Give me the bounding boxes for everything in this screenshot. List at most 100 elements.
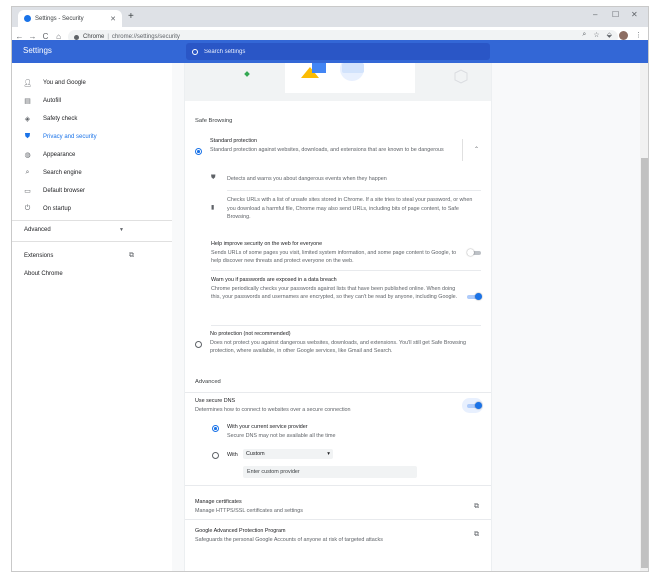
- sidebar-item-search-engine[interactable]: ⌕ Search engine: [24, 166, 82, 180]
- open-in-new-icon[interactable]: ⧉: [474, 503, 479, 511]
- dns-provider-select[interactable]: Custom ▾: [243, 449, 333, 459]
- secure-dns-option[interactable]: Use secure DNS Determines how to connect…: [195, 397, 445, 414]
- chevron-up-icon[interactable]: ⌃: [474, 146, 479, 153]
- shield-icon: ⛊: [211, 175, 216, 181]
- sidebar-item-label: You and Google: [43, 80, 86, 86]
- secure-dns-toggle[interactable]: [467, 402, 482, 409]
- close-window-button[interactable]: ✕: [631, 10, 638, 19]
- help-improve-security-option[interactable]: Help improve security on the web for eve…: [211, 240, 459, 266]
- profile-avatar[interactable]: [619, 31, 628, 40]
- sidebar-item-label: Privacy and security: [43, 134, 97, 140]
- tab-close-icon[interactable]: ✕: [110, 15, 116, 23]
- sidebar-item-about-chrome[interactable]: About Chrome: [24, 267, 63, 281]
- sidebar-divider: [12, 241, 172, 242]
- password-breach-toggle[interactable]: [467, 293, 482, 300]
- dns-current-provider-option[interactable]: With your current service provider Secur…: [227, 423, 447, 440]
- no-protection-title: No protection (not recommended): [210, 331, 291, 337]
- sidebar-item-on-startup[interactable]: ⏻ On startup: [24, 202, 71, 216]
- open-in-new-icon: ⧉: [129, 252, 134, 259]
- settings-sidebar: 👤︎ You and Google ▤ Autofill ◈ Safety ch…: [12, 63, 172, 571]
- no-protection-radio[interactable]: [195, 341, 202, 348]
- expand-divider: [462, 139, 463, 161]
- toolbar-icons: ⌕ ☆ ⬙ ⋮: [582, 31, 642, 40]
- dns-current-provider-desc: Secure DNS may not be available all the …: [227, 432, 336, 439]
- divider: [211, 325, 481, 326]
- settings-search-input[interactable]: [204, 48, 464, 55]
- sidebar-advanced-toggle[interactable]: Advanced ▼: [24, 223, 124, 237]
- settings-header: Settings: [12, 40, 648, 63]
- open-in-new-icon[interactable]: ⧉: [474, 531, 479, 539]
- standard-protection-radio[interactable]: [195, 148, 202, 155]
- sidebar-item-you-and-google[interactable]: 👤︎ You and Google: [23, 76, 86, 90]
- no-protection-option[interactable]: No protection (not recommended) Does not…: [210, 330, 480, 356]
- divider: [185, 485, 491, 486]
- minimize-button[interactable]: –: [593, 10, 597, 19]
- search-icon: [192, 48, 198, 55]
- sidebar-item-privacy-and-security[interactable]: ⛊ Privacy and security: [24, 130, 97, 144]
- password-breach-desc: Chrome periodically checks your password…: [211, 285, 458, 301]
- clipboard-icon: ▤: [24, 98, 31, 105]
- shield-icon: ⛊: [24, 133, 31, 140]
- tab-strip: Settings - Security ✕ + – ☐ ✕: [12, 7, 648, 27]
- settings-search[interactable]: [186, 43, 490, 60]
- sidebar-item-safety-check[interactable]: ◈ Safety check: [24, 112, 78, 126]
- sidebar-item-label: About Chrome: [24, 271, 63, 277]
- sidebar-item-label: Autofill: [43, 98, 62, 104]
- help-improve-toggle[interactable]: [467, 249, 482, 256]
- settings-body: 👤︎ You and Google ▤ Autofill ◈ Safety ch…: [12, 63, 648, 571]
- dns-current-provider-radio[interactable]: [212, 425, 219, 432]
- dns-current-provider-title: With your current service provider: [227, 424, 308, 430]
- advanced-protection-program-row[interactable]: Google Advanced Protection Program Safeg…: [195, 527, 455, 544]
- no-protection-desc: Does not protect you against dangerous w…: [210, 339, 467, 355]
- standard-protection-title: Standard protection: [210, 138, 258, 144]
- bookmark-star-icon[interactable]: ☆: [593, 31, 599, 40]
- browser-menu-icon[interactable]: ⋮: [635, 31, 642, 40]
- chart-icon: ▮: [211, 205, 215, 211]
- shield-check-icon: ◈: [24, 116, 31, 123]
- divider: [211, 270, 481, 271]
- sidebar-item-default-browser[interactable]: ▭ Default browser: [24, 184, 85, 198]
- sidebar-item-appearance[interactable]: ◍ Appearance: [24, 148, 75, 162]
- dns-custom-radio[interactable]: [212, 452, 219, 459]
- manage-certificates-title: Manage certificates: [195, 499, 242, 505]
- standard-protection-option[interactable]: Standard protection Standard protection …: [210, 137, 458, 154]
- person-icon: 👤︎: [23, 80, 32, 87]
- browser-icon: ▭: [24, 188, 31, 195]
- chrome-page-icon: [74, 34, 79, 40]
- manage-certificates-desc: Manage HTTPS/SSL certificates and settin…: [195, 507, 303, 514]
- standard-bullet-detects: Detects and warns you about dangerous ev…: [227, 176, 387, 182]
- password-breach-warning-option[interactable]: Warn you if passwords are exposed in a d…: [211, 276, 459, 302]
- secure-dns-desc: Determines how to connect to websites ov…: [195, 406, 351, 413]
- zoom-icon[interactable]: ⌕: [582, 31, 586, 40]
- sidebar-item-label: On startup: [43, 206, 72, 212]
- standard-protection-desc: Standard protection against websites, do…: [210, 146, 444, 153]
- standard-bullet-checks-urls: Checks URLs with a list of unsafe sites …: [227, 197, 473, 221]
- new-tab-button[interactable]: +: [128, 11, 134, 23]
- custom-dns-provider-input[interactable]: [243, 466, 417, 478]
- advanced-heading: Advanced: [195, 379, 221, 385]
- extensions-puzzle-icon[interactable]: ⬙: [607, 31, 612, 40]
- sidebar-item-label: Extensions: [24, 253, 54, 259]
- help-improve-desc: Sends URLs of some pages you visit, limi…: [211, 249, 457, 265]
- scrollbar-thumb[interactable]: [641, 158, 648, 568]
- dns-provider-select-value: Custom: [246, 451, 265, 457]
- advanced-protection-desc: Safeguards the personal Google Accounts …: [195, 536, 383, 543]
- divider: [185, 392, 491, 393]
- manage-certificates-row[interactable]: Manage certificates Manage HTTPS/SSL cer…: [195, 498, 445, 515]
- sidebar-item-autofill[interactable]: ▤ Autofill: [24, 94, 61, 108]
- advanced-protection-title: Google Advanced Protection Program: [195, 528, 286, 534]
- security-settings-card: Safe Browsing Standard protection Standa…: [184, 63, 492, 571]
- password-breach-title: Warn you if passwords are exposed in a d…: [211, 277, 337, 283]
- sidebar-item-extensions[interactable]: Extensions ⧉: [24, 249, 134, 263]
- page-scrollbar[interactable]: [640, 63, 648, 571]
- settings-favicon-icon: [24, 15, 31, 22]
- hero-illustration-shapes: [244, 63, 468, 93]
- power-icon: ⏻: [24, 205, 31, 212]
- tab-settings-security[interactable]: Settings - Security ✕: [18, 10, 122, 27]
- palette-icon: ◍: [24, 152, 31, 159]
- sidebar-item-label: Safety check: [43, 116, 78, 122]
- maximize-button[interactable]: ☐: [612, 10, 619, 19]
- settings-title: Settings: [23, 46, 52, 55]
- help-improve-title: Help improve security on the web for eve…: [211, 241, 323, 247]
- secure-dns-title: Use secure DNS: [195, 398, 236, 404]
